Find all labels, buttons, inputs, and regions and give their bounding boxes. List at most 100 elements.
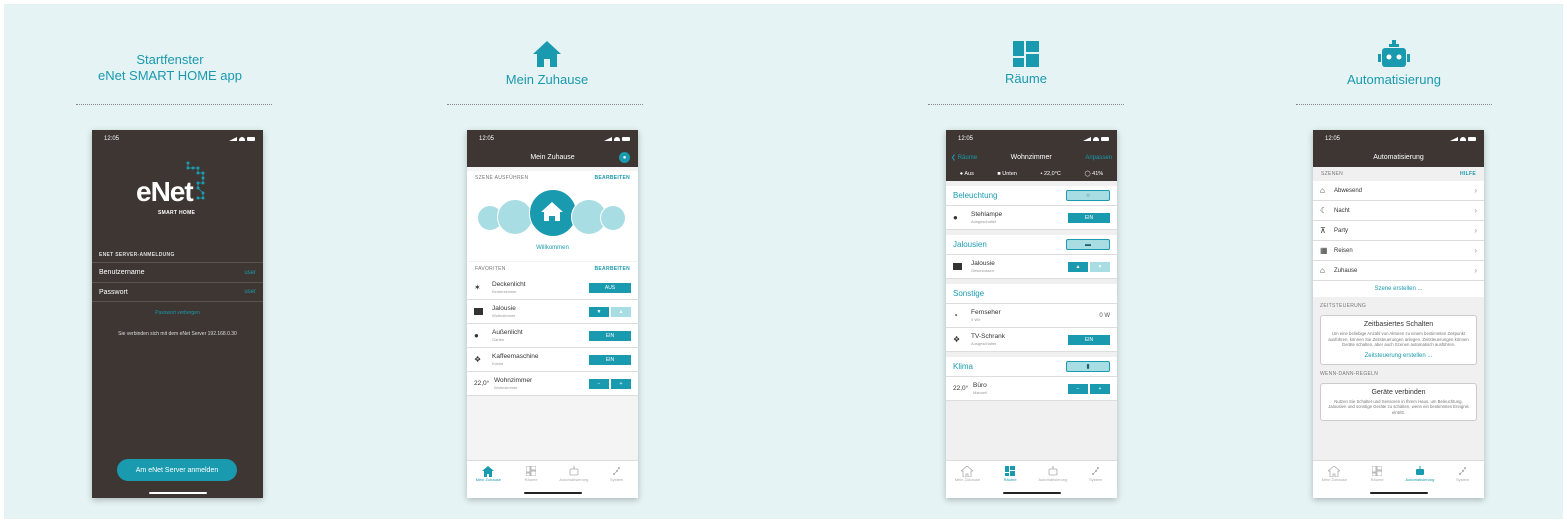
off-button[interactable]: AUS	[589, 282, 631, 293]
plus-button[interactable]: +	[1090, 383, 1110, 394]
username-field[interactable]: Benutzername user	[92, 262, 263, 282]
tab-system[interactable]: System	[1076, 465, 1116, 498]
group-sonstige: Sonstige ◔ Fernseher 0 Wh 0 W ❖ TV-Schran…	[946, 284, 1117, 352]
status-time: 12:05	[104, 136, 120, 142]
create-scene-button[interactable]: Szene erstellen ...	[1313, 281, 1484, 297]
scene-home-icon[interactable]	[529, 189, 577, 237]
temperature-value: 22,0°	[474, 380, 490, 387]
group-toggle-button[interactable]: ▬	[1066, 239, 1110, 250]
header-automatisierung: Automatisierung	[1294, 40, 1494, 88]
item-room: Wohnzimmer	[494, 384, 518, 390]
list-item[interactable]: ⊼ Party ›	[1313, 221, 1484, 241]
blind-up-button[interactable]: ▲	[611, 306, 631, 317]
tab-mein-zuhause[interactable]: Mein Zuhause	[947, 465, 987, 498]
minus-button[interactable]: −	[1068, 383, 1088, 394]
list-item[interactable]: 22,0° Büro Manuell − +	[946, 377, 1117, 401]
blind-icon	[953, 263, 971, 270]
list-item[interactable]: Jalousie Wohnzimmer ▼ ▲	[467, 300, 638, 324]
humidity-status-value: 41%	[1092, 171, 1104, 177]
divider	[928, 104, 1124, 105]
list-item[interactable]: ❖ Kaffeemaschine Küche EIN	[467, 348, 638, 372]
favorites-edit-link[interactable]: BEARBEITEN	[594, 266, 630, 272]
minus-button[interactable]: −	[589, 378, 609, 389]
group-toggle-button[interactable]: ▮	[1066, 361, 1110, 372]
list-item[interactable]: ● Stehlampe Ausgeschaltet EIN	[946, 206, 1117, 230]
on-button[interactable]: EIN	[589, 330, 631, 341]
bulb-icon: ○	[1086, 192, 1090, 199]
scene-carousel[interactable]: Willkommen	[467, 185, 638, 261]
tab-label: Mein Zuhause	[475, 477, 502, 482]
status-icons	[604, 137, 630, 141]
blind-up-button[interactable]: ▲	[1068, 261, 1088, 272]
hide-password-link[interactable]: Passwort verbergen	[92, 310, 263, 316]
list-item[interactable]: ● Außenlicht Garten EIN	[467, 324, 638, 348]
login-button[interactable]: Am eNet Server anmelden	[117, 459, 237, 481]
customize-button[interactable]: Anpassen	[1085, 155, 1112, 161]
list-item[interactable]: 22,0° Wohnzimmer Wohnzimmer − +	[467, 372, 638, 396]
light-status: ● Aus	[960, 171, 974, 177]
on-button[interactable]: EIN	[1068, 212, 1110, 223]
list-item[interactable]: ❖ TV-Schrank Ausgeschaltet EIN	[946, 328, 1117, 352]
password-value[interactable]: user	[244, 289, 256, 295]
group-title: Sonstige	[953, 289, 985, 298]
phone-startfenster: 12:05 eNet SMART HOME ENET SERVER-ANMELD…	[92, 130, 263, 498]
scene-edit-link[interactable]: BEARBEITEN	[594, 175, 630, 181]
house-icon	[541, 202, 563, 221]
list-item[interactable]: ▦ Reisen ›	[1313, 241, 1484, 261]
on-button[interactable]: EIN	[589, 354, 631, 365]
favorites-list: ✶ Deckenlicht Kinderzimmer AUS Jalousie Wo…	[467, 276, 638, 396]
on-button[interactable]: EIN	[1068, 334, 1110, 345]
list-item[interactable]: ◔ Fernseher 0 Wh 0 W	[946, 304, 1117, 328]
socket-icon: ❖	[953, 335, 961, 344]
wifi-icon	[614, 137, 620, 141]
group-header: Jalousien ▬	[946, 235, 1117, 255]
list-item[interactable]: ⌂ Abwesend ›	[1313, 181, 1484, 201]
password-field[interactable]: Passwort user	[92, 282, 263, 302]
chevron-right-icon: ›	[1474, 266, 1477, 275]
create-time-control-link[interactable]: Zeitsteuerung erstellen ...	[1327, 353, 1470, 359]
item-name: Außenlicht	[492, 328, 523, 336]
temperature-controls: − +	[1068, 383, 1110, 394]
status-icons	[1083, 137, 1109, 141]
group-jalousien: Jalousien ▬ Jalousie Geschlossen ▲ ▼	[946, 235, 1117, 279]
tab-label: Mein Zuhause	[1321, 477, 1348, 482]
scene-selected-label: Willkommen	[536, 245, 569, 251]
blind-down-button[interactable]: ▼	[589, 306, 609, 317]
list-item[interactable]: ⌂ Zuhause ›	[1313, 261, 1484, 281]
help-link[interactable]: HILFE	[1460, 171, 1476, 177]
thermostat-icon: ▮	[1086, 364, 1090, 370]
mein-zuhause-title: Mein Zuhause	[505, 72, 589, 87]
header-startfenster: Startfenster eNet SMART HOME app	[70, 52, 270, 84]
tab-mein-zuhause[interactable]: Mein Zuhause	[1314, 465, 1354, 498]
group-toggle-button[interactable]: ○	[1066, 190, 1110, 201]
favorites-header-label: FAVORITEN	[475, 266, 506, 272]
scenes-list: ⌂ Abwesend › ☾ Nacht › ⊼ Party › ▦ Reisen › ⌂ Zuh…	[1313, 181, 1484, 281]
back-button[interactable]: ❮ Räume	[951, 154, 977, 161]
tab-system[interactable]: System	[597, 465, 637, 498]
item-name: Wohnzimmer	[494, 376, 533, 384]
signal-icon	[229, 137, 237, 141]
plus-button[interactable]: +	[611, 378, 631, 389]
light-status-value: Aus	[964, 171, 974, 177]
item-name: Büro	[973, 381, 987, 389]
username-value[interactable]: user	[244, 270, 256, 276]
list-item[interactable]: ☾ Nacht ›	[1313, 201, 1484, 221]
rooms-grid-icon	[526, 466, 537, 476]
blind-down-button[interactable]: ▼	[1090, 261, 1110, 272]
scene-header: SZENE AUSFÜHREN BEARBEITEN	[467, 171, 638, 185]
logo-subtitle: SMART HOME	[158, 210, 196, 216]
bulb-icon: ●	[953, 213, 958, 222]
chevron-left-icon: ❮	[951, 155, 957, 161]
group-beleuchtung: Beleuchtung ○ ● Stehlampe Ausgeschaltet EI…	[946, 186, 1117, 230]
group-header: Beleuchtung ○	[946, 186, 1117, 206]
scene-party-icon[interactable]	[497, 199, 533, 235]
item-name: Kaffeemaschine	[492, 352, 539, 360]
blind-status: ■ Unten	[997, 171, 1017, 177]
bell-icon[interactable]: ●	[619, 152, 630, 163]
tab-system[interactable]: System	[1443, 465, 1483, 498]
list-item[interactable]: ✶ Deckenlicht Kinderzimmer AUS	[467, 276, 638, 300]
tab-mein-zuhause[interactable]: Mein Zuhause	[468, 465, 508, 498]
list-item[interactable]: Jalousie Geschlossen ▲ ▼	[946, 255, 1117, 279]
card-description: Nutzen Sie Schalter und Sensoren in Ihre…	[1328, 398, 1469, 415]
scene-child-icon[interactable]	[600, 205, 626, 231]
